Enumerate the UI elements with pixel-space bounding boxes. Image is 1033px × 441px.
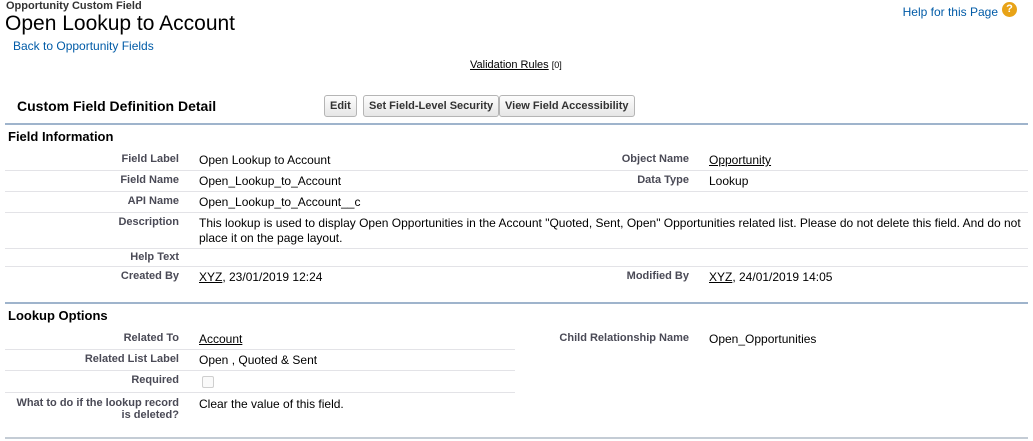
section-divider [5, 302, 1028, 304]
section-divider [5, 123, 1028, 125]
modified-by-value: XYZ, 24/01/2019 14:05 [709, 270, 832, 284]
help-text-label: Help Text [130, 251, 179, 263]
validation-rules-count: [0] [551, 60, 562, 70]
object-name-label: Object Name [621, 153, 689, 165]
delete-action-label-line2: is deleted? [121, 409, 179, 421]
modified-by-user-link[interactable]: XYZ [709, 270, 732, 284]
row-divider [5, 349, 515, 350]
delete-action-value: Clear the value of this field. [199, 397, 344, 411]
section-bottom-border [5, 437, 1028, 439]
related-list-label-value: Open , Quoted & Sent [199, 353, 318, 367]
back-to-fields-link[interactable]: Back to Opportunity Fields [13, 39, 154, 53]
field-label-value: Open Lookup to Account [199, 153, 331, 167]
object-name-link[interactable]: Opportunity [709, 153, 771, 167]
related-to-label: Related To [123, 332, 179, 344]
modified-by-label: Modified By [626, 270, 689, 282]
field-information-title: Field Information [8, 129, 114, 144]
related-to-link[interactable]: Account [199, 332, 242, 346]
description-value-line1: This lookup is used to display Open Oppo… [199, 216, 1021, 230]
related-list-label-label: Related List Label [84, 353, 179, 365]
description-value-line2: place it on the page layout. [199, 231, 343, 245]
required-checkbox [202, 376, 214, 388]
row-divider [5, 266, 1028, 267]
field-name-label: Field Name [120, 174, 179, 186]
help-link[interactable]: Help for this Page [903, 5, 998, 19]
row-divider [5, 248, 1028, 249]
object-type-label: Opportunity Custom Field [6, 0, 142, 12]
description-label: Description [118, 216, 179, 228]
required-label: Required [131, 374, 179, 386]
row-divider [5, 392, 515, 393]
view-field-accessibility-button[interactable]: View Field Accessibility [499, 95, 635, 117]
created-by-user-link[interactable]: XYZ [199, 270, 222, 284]
modified-by-date: , 24/01/2019 14:05 [732, 270, 833, 284]
data-type-value: Lookup [709, 174, 749, 188]
validation-rules-label[interactable]: Validation Rules [470, 59, 549, 71]
page-title: Open Lookup to Account [5, 12, 236, 35]
field-name-value: Open_Lookup_to_Account [199, 174, 342, 188]
help-icon[interactable]: ? [1002, 2, 1017, 17]
row-divider [5, 370, 515, 371]
set-field-level-security-button[interactable]: Set Field-Level Security [363, 95, 500, 117]
data-type-label: Data Type [637, 174, 689, 186]
detail-title: Custom Field Definition Detail [17, 98, 217, 114]
api-name-label: API Name [127, 195, 179, 207]
api-name-value: Open_Lookup_to_Account__c [199, 195, 361, 209]
created-by-date: , 23/01/2019 12:24 [222, 270, 323, 284]
child-relationship-value: Open_Opportunities [709, 332, 817, 346]
row-divider [5, 212, 1028, 213]
child-relationship-label: Child Relationship Name [559, 332, 689, 344]
created-by-value: XYZ, 23/01/2019 12:24 [199, 270, 322, 284]
created-by-label: Created By [120, 270, 179, 282]
delete-action-label-line1: What to do if the lookup record [16, 397, 179, 409]
row-divider [5, 191, 1028, 192]
validation-rules-link[interactable]: Validation Rules [0] [470, 59, 562, 71]
edit-button[interactable]: Edit [324, 95, 357, 117]
field-label-label: Field Label [121, 153, 179, 165]
lookup-options-title: Lookup Options [8, 308, 108, 323]
row-divider [5, 170, 1028, 171]
